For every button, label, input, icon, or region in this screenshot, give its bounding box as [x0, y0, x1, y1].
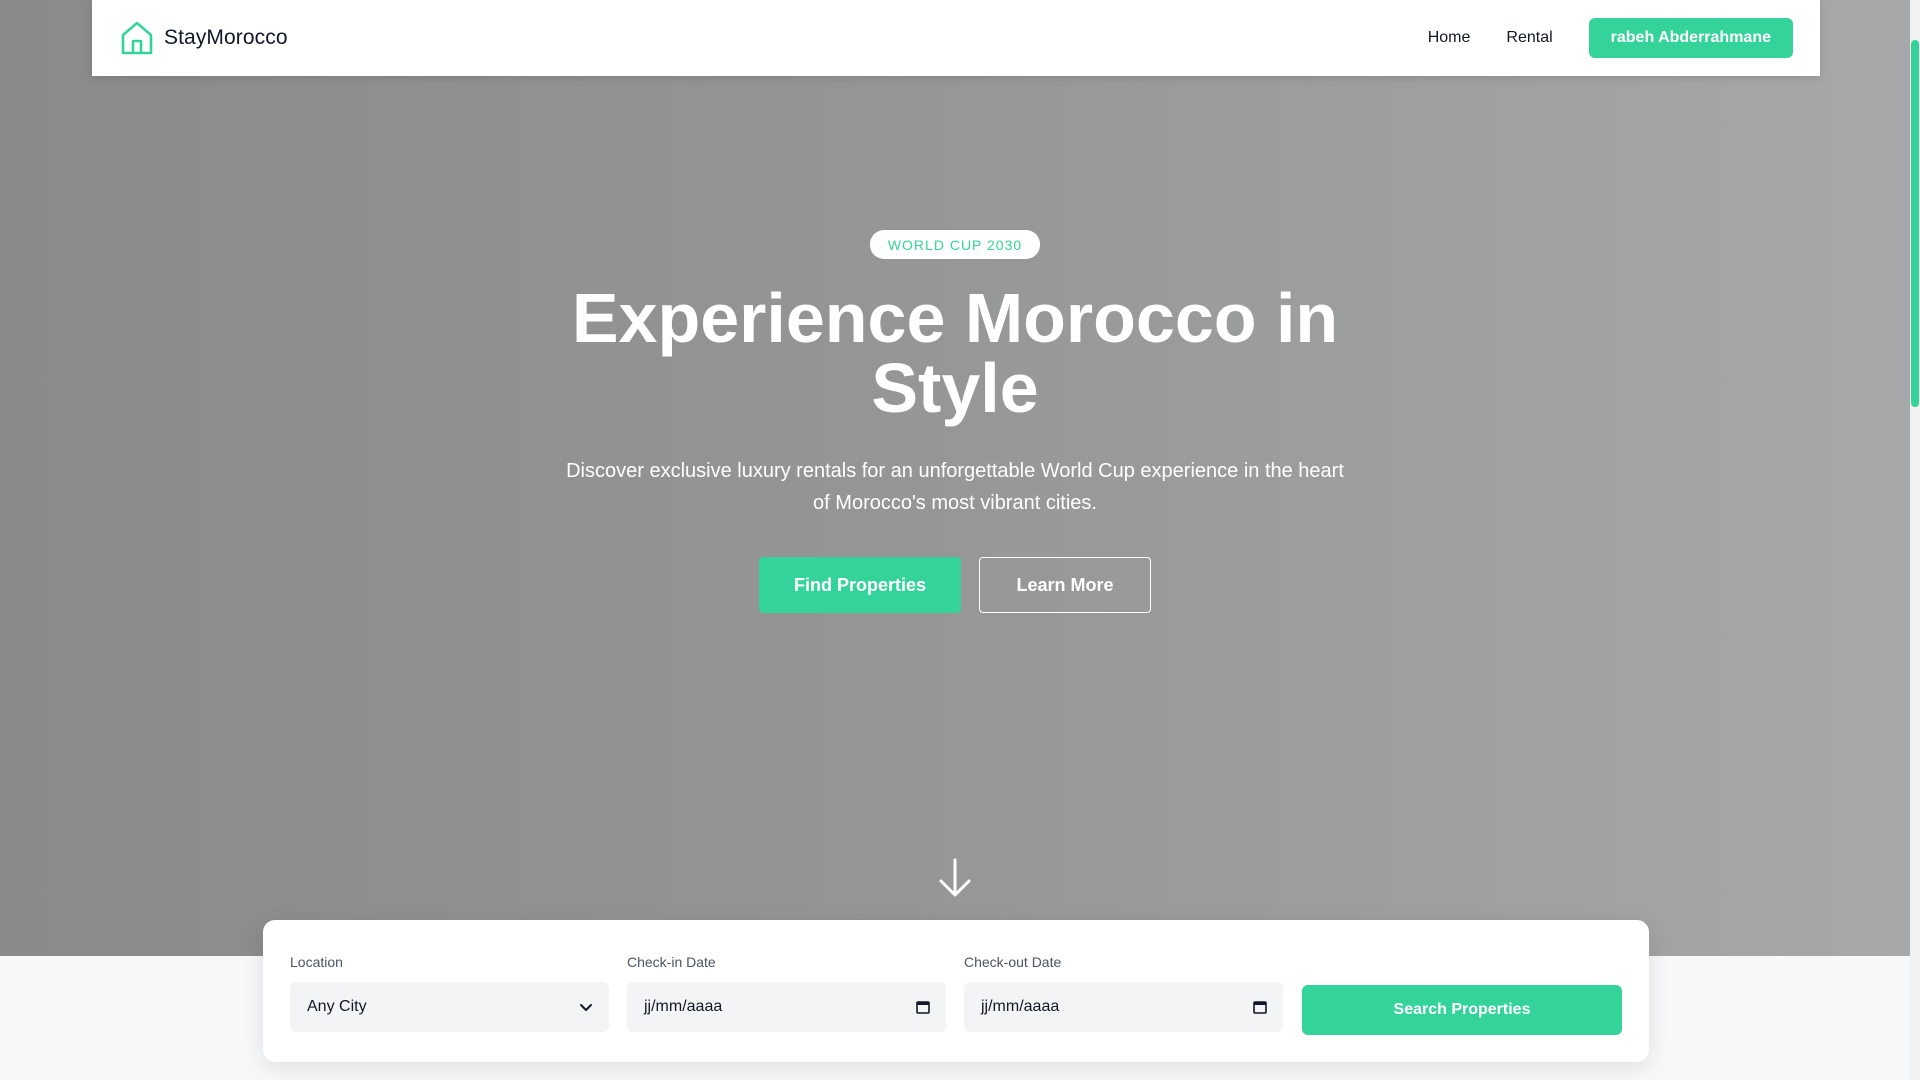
- brand[interactable]: StayMorocco: [120, 20, 288, 56]
- find-properties-button[interactable]: Find Properties: [759, 557, 961, 613]
- navbar: StayMorocco Home Rental rabeh Abderrahma…: [92, 0, 1820, 76]
- location-select[interactable]: Any City: [290, 982, 609, 1032]
- arrow-down-icon[interactable]: [937, 856, 973, 900]
- scrollbar[interactable]: [1910, 0, 1920, 1080]
- check-out-field: Check-out Date jj/mm/aaaa: [964, 954, 1283, 1032]
- location-value: Any City: [307, 998, 367, 1015]
- learn-more-button[interactable]: Learn More: [979, 557, 1151, 613]
- nav-link-rental[interactable]: Rental: [1506, 29, 1552, 47]
- location-field: Location Any City: [290, 954, 609, 1032]
- search-properties-button[interactable]: Search Properties: [1302, 985, 1622, 1035]
- hero-content: WORLD CUP 2030 Experience Morocco in Sty…: [0, 230, 1910, 613]
- location-label: Location: [290, 954, 343, 970]
- check-out-value: jj/mm/aaaa: [981, 998, 1060, 1015]
- check-out-input[interactable]: jj/mm/aaaa: [964, 982, 1283, 1032]
- user-account-button[interactable]: rabeh Abderrahmane: [1588, 18, 1793, 58]
- check-in-field: Check-in Date jj/mm/aaaa: [627, 954, 946, 1032]
- chevron-down-icon: [580, 1004, 592, 1011]
- event-badge: WORLD CUP 2030: [869, 230, 1041, 259]
- check-in-label: Check-in Date: [627, 954, 716, 970]
- hero-actions: Find Properties Learn More: [759, 557, 1151, 613]
- home-icon: [121, 21, 153, 55]
- hero-subtitle: Discover exclusive luxury rentals for an…: [566, 460, 1344, 514]
- check-out-label: Check-out Date: [964, 954, 1062, 970]
- scrollbar-thumb[interactable]: [1911, 40, 1919, 407]
- hero-title: Experience Morocco in Style: [571, 279, 1339, 427]
- calendar-icon[interactable]: [1252, 999, 1268, 1015]
- nav-link-home[interactable]: Home: [1428, 29, 1471, 47]
- check-in-value: jj/mm/aaaa: [644, 998, 723, 1015]
- nav-menu: Home Rental rabeh Abderrahmane: [1428, 18, 1793, 58]
- check-in-input[interactable]: jj/mm/aaaa: [627, 982, 946, 1032]
- calendar-icon[interactable]: [915, 999, 931, 1015]
- brand-name: StayMorocco: [164, 26, 288, 49]
- search-panel: Location Any City Check-in Date jj/mm/aa…: [263, 920, 1649, 1062]
